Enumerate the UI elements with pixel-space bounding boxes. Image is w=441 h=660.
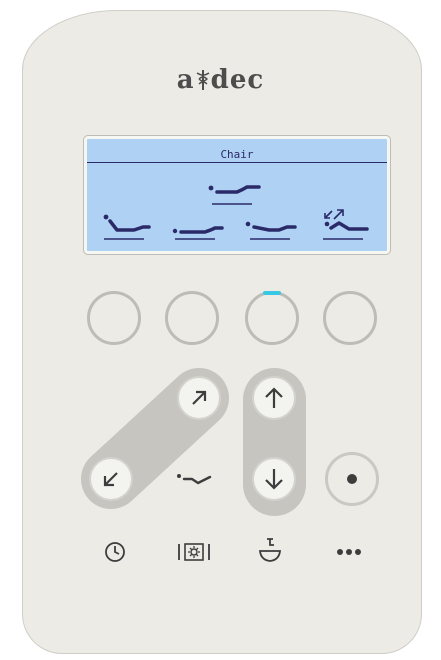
chair-recline-icon: [176, 470, 212, 488]
arrow-down-icon: [265, 469, 283, 490]
record-dot-icon: [347, 474, 357, 484]
light-icon: [178, 543, 210, 561]
program-button[interactable]: [325, 452, 379, 506]
cuspidor-icon: [258, 538, 282, 562]
arrow-down-left-icon: [103, 472, 118, 487]
base-down-button[interactable]: [252, 457, 296, 501]
clock-icon: [105, 542, 125, 562]
cuspidor-button[interactable]: [255, 535, 285, 567]
arrow-up-right-icon: [192, 390, 207, 405]
light-button[interactable]: [174, 539, 214, 565]
arrow-up-icon: [265, 387, 283, 408]
tilt-down-button[interactable]: [89, 457, 133, 501]
timer-button[interactable]: [102, 539, 128, 565]
tilt-track: [81, 368, 229, 509]
base-up-button[interactable]: [252, 376, 296, 420]
tilt-up-button[interactable]: [177, 376, 221, 420]
more-button[interactable]: [332, 544, 366, 560]
more-icon: [337, 549, 361, 555]
